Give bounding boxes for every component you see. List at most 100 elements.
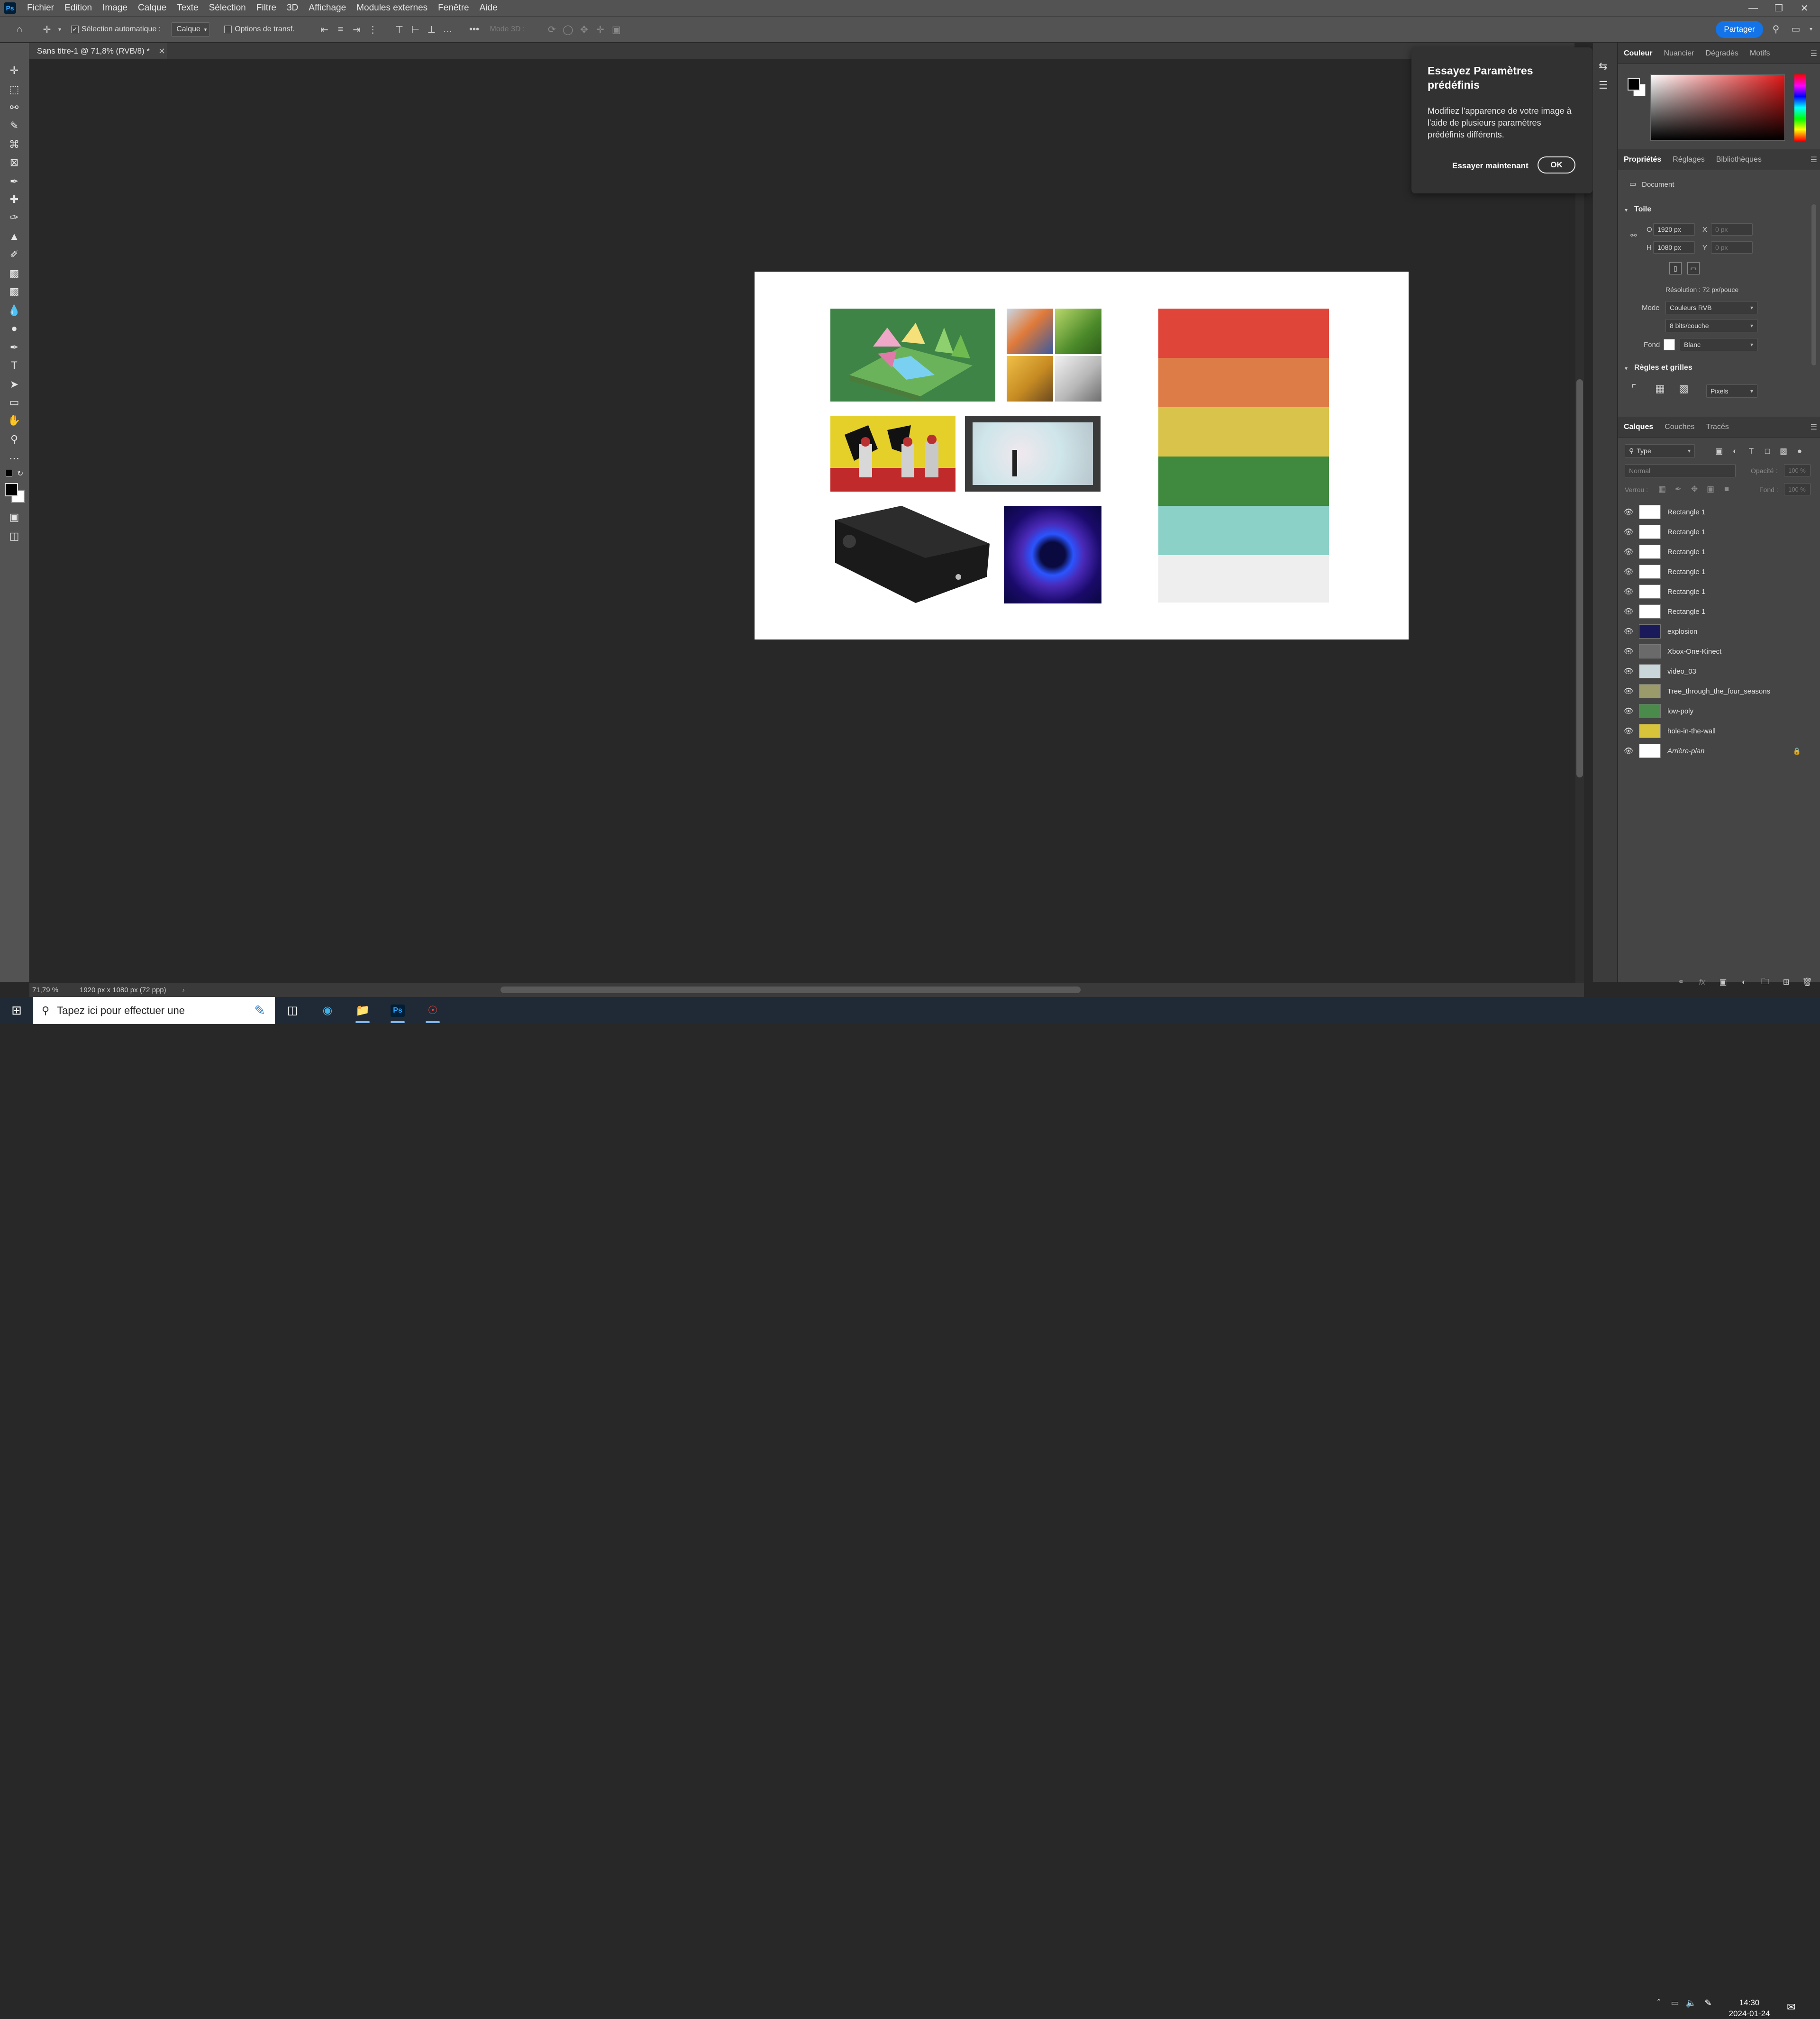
chevron-down-icon[interactable]: ▾ bbox=[1625, 365, 1628, 372]
visibility-eye-icon[interactable]: 👁 bbox=[1618, 567, 1639, 576]
tab-traces[interactable]: Tracés bbox=[1700, 417, 1734, 438]
tab-calques[interactable]: Calques bbox=[1618, 417, 1659, 438]
layer-row[interactable]: 👁 Tree_through_the_four_seasons bbox=[1618, 681, 1812, 701]
menu-affichage[interactable]: Affichage bbox=[303, 3, 351, 13]
tab-couches[interactable]: Couches bbox=[1659, 417, 1700, 438]
panel-menu-icon[interactable]: ☰ bbox=[1811, 49, 1817, 58]
menu-filtre[interactable]: Filtre bbox=[251, 3, 282, 13]
home-icon[interactable]: ⌂ bbox=[11, 21, 27, 37]
ok-button[interactable]: OK bbox=[1538, 156, 1575, 174]
layer-row[interactable]: 👁 video_03 bbox=[1618, 661, 1812, 681]
tray-chevron-up-icon[interactable]: ˆ bbox=[1651, 1998, 1666, 2008]
tab-couleur[interactable]: Couleur bbox=[1618, 43, 1658, 64]
horizontal-scrollbar-thumb[interactable] bbox=[500, 987, 1081, 993]
background-fill-swatch[interactable] bbox=[1664, 339, 1675, 350]
visibility-eye-icon[interactable]: 👁 bbox=[1618, 527, 1639, 537]
layer-row[interactable]: 👁 Rectangle 1 bbox=[1618, 542, 1812, 562]
healing-brush-tool-icon[interactable]: ✚ bbox=[5, 191, 24, 208]
lock-icon[interactable]: 🔒 bbox=[1793, 747, 1801, 755]
filter-shape-icon[interactable]: □ bbox=[1759, 444, 1775, 458]
scale-3d-icon[interactable]: ▣ bbox=[608, 21, 624, 37]
menu-3d[interactable]: 3D bbox=[282, 3, 303, 13]
lasso-tool-icon[interactable]: ⚯ bbox=[5, 99, 24, 116]
move-tool-icon[interactable]: ✛ bbox=[39, 21, 55, 37]
link-dimensions-icon[interactable]: ⚯ bbox=[1630, 231, 1637, 240]
move-tool-icon[interactable]: ✛ bbox=[5, 62, 24, 79]
layer-row[interactable]: 👁 Rectangle 1 bbox=[1618, 562, 1812, 582]
link-layers-icon[interactable]: ⚭ bbox=[1673, 975, 1689, 989]
history-brush-tool-icon[interactable]: ✐ bbox=[5, 246, 24, 263]
visibility-eye-icon[interactable]: 👁 bbox=[1618, 587, 1639, 596]
adjustment-layer-icon[interactable]: ◐ bbox=[1736, 975, 1752, 989]
layer-row[interactable]: 👁 low-poly bbox=[1618, 701, 1812, 721]
bit-depth-dropdown[interactable]: 8 bits/couche ▾ bbox=[1665, 319, 1757, 332]
menu-texte[interactable]: Texte bbox=[172, 3, 203, 13]
lock-transparent-icon[interactable]: ▦ bbox=[1654, 482, 1670, 496]
eyedropper-tool-icon[interactable]: ✒ bbox=[5, 173, 24, 190]
close-window-icon[interactable]: ✕ bbox=[1792, 0, 1817, 16]
type-tool-icon[interactable]: T bbox=[5, 357, 24, 374]
tray-display-icon[interactable]: ▭ bbox=[1666, 1998, 1684, 2008]
filter-toggle-icon[interactable]: ● bbox=[1792, 444, 1808, 458]
distribute-v-icon[interactable]: … bbox=[440, 21, 456, 37]
taskbar-search-box[interactable]: ⚲ Tapez ici pour effectuer une ✎ bbox=[33, 997, 275, 1024]
zoom-tool-icon[interactable]: ⚲ bbox=[5, 431, 24, 448]
chevron-down-icon[interactable]: ▾ bbox=[55, 21, 64, 37]
visibility-eye-icon[interactable]: 👁 bbox=[1618, 726, 1639, 736]
foreground-color-swatch[interactable] bbox=[1628, 78, 1640, 91]
chevron-down-icon[interactable]: ▾ bbox=[1803, 21, 1819, 37]
align-right-icon[interactable]: ⇥ bbox=[349, 21, 365, 37]
layer-mask-icon[interactable]: ▣ bbox=[1715, 975, 1731, 989]
visibility-eye-icon[interactable]: 👁 bbox=[1618, 547, 1639, 557]
tray-volume-icon[interactable]: 🔈 bbox=[1684, 1998, 1699, 2008]
layer-row[interactable]: 👁 hole-in-the-wall bbox=[1618, 721, 1812, 741]
roll-3d-icon[interactable]: ◯ bbox=[560, 21, 576, 37]
try-now-button[interactable]: Essayer maintenant bbox=[1452, 161, 1529, 171]
hue-slider[interactable] bbox=[1794, 74, 1806, 141]
gradient-tool-icon[interactable]: ▩ bbox=[5, 283, 24, 300]
auto-select-checkbox[interactable]: ✓ Sélection automatique : bbox=[71, 25, 161, 34]
comments-panel-icon[interactable]: ☰ bbox=[1599, 79, 1608, 91]
windows-start-icon[interactable]: ⊞ bbox=[0, 1003, 33, 1018]
panel-menu-icon[interactable]: ☰ bbox=[1811, 422, 1817, 432]
edit-toolbar-icon[interactable]: ⋯ bbox=[5, 450, 24, 467]
four-seasons-tree-image[interactable] bbox=[1007, 309, 1101, 402]
vertical-scrollbar-thumb[interactable] bbox=[1576, 379, 1583, 777]
tab-motifs[interactable]: Motifs bbox=[1744, 43, 1776, 64]
layer-row[interactable]: 👁 Rectangle 1 bbox=[1618, 602, 1812, 621]
auto-select-dropdown[interactable]: Calque ▾ bbox=[171, 22, 210, 37]
edge-browser-icon[interactable]: ◉ bbox=[310, 997, 345, 1024]
restore-window-icon[interactable]: ❐ bbox=[1766, 0, 1792, 16]
layer-row[interactable]: 👁 explosion bbox=[1618, 621, 1812, 641]
panel-menu-icon[interactable]: ☰ bbox=[1811, 155, 1817, 164]
align-left-icon[interactable]: ⇤ bbox=[317, 21, 333, 37]
new-group-icon[interactable]: 🗀 bbox=[1757, 975, 1773, 989]
tray-pen-icon[interactable]: ✎ bbox=[1699, 1998, 1718, 2008]
blur-tool-icon[interactable]: 💧 bbox=[5, 302, 24, 319]
visibility-eye-icon[interactable]: 👁 bbox=[1618, 667, 1639, 676]
visibility-eye-icon[interactable]: 👁 bbox=[1618, 706, 1639, 716]
photoshop-taskbar-icon[interactable]: Ps bbox=[380, 997, 415, 1024]
quick-mask-icon[interactable]: ▣ bbox=[5, 509, 24, 526]
opacity-field[interactable]: 100 % bbox=[1784, 464, 1811, 476]
notification-center-icon[interactable]: ✉ bbox=[1787, 2001, 1795, 2013]
y-field[interactable]: 0 px bbox=[1711, 241, 1753, 254]
quick-selection-tool-icon[interactable]: ✎ bbox=[5, 117, 24, 134]
orbit-3d-icon[interactable]: ⟳ bbox=[544, 21, 560, 37]
visibility-eye-icon[interactable]: 👁 bbox=[1618, 746, 1639, 756]
dodge-tool-icon[interactable]: ● bbox=[5, 320, 24, 337]
fill-field[interactable]: 100 % bbox=[1784, 483, 1811, 495]
layer-row[interactable]: 👁 Rectangle 1 bbox=[1618, 522, 1812, 542]
x-field[interactable]: 0 px bbox=[1711, 223, 1753, 236]
brush-tool-icon[interactable]: ✑ bbox=[5, 209, 24, 226]
chevron-down-icon[interactable]: ▾ bbox=[1625, 207, 1628, 213]
filter-type-icon[interactable]: T bbox=[1743, 444, 1759, 458]
background-fill-dropdown[interactable]: Blanc ▾ bbox=[1680, 338, 1757, 351]
hand-tool-icon[interactable]: ✋ bbox=[5, 412, 24, 429]
slide-3d-icon[interactable]: ✛ bbox=[592, 21, 608, 37]
pan-3d-icon[interactable]: ✥ bbox=[576, 21, 592, 37]
color-picker-field[interactable] bbox=[1650, 74, 1785, 141]
menu-fichier[interactable]: Fichier bbox=[22, 3, 59, 13]
xbox-one-kinect-image[interactable] bbox=[830, 506, 990, 603]
eraser-tool-icon[interactable]: ▩ bbox=[5, 265, 24, 282]
